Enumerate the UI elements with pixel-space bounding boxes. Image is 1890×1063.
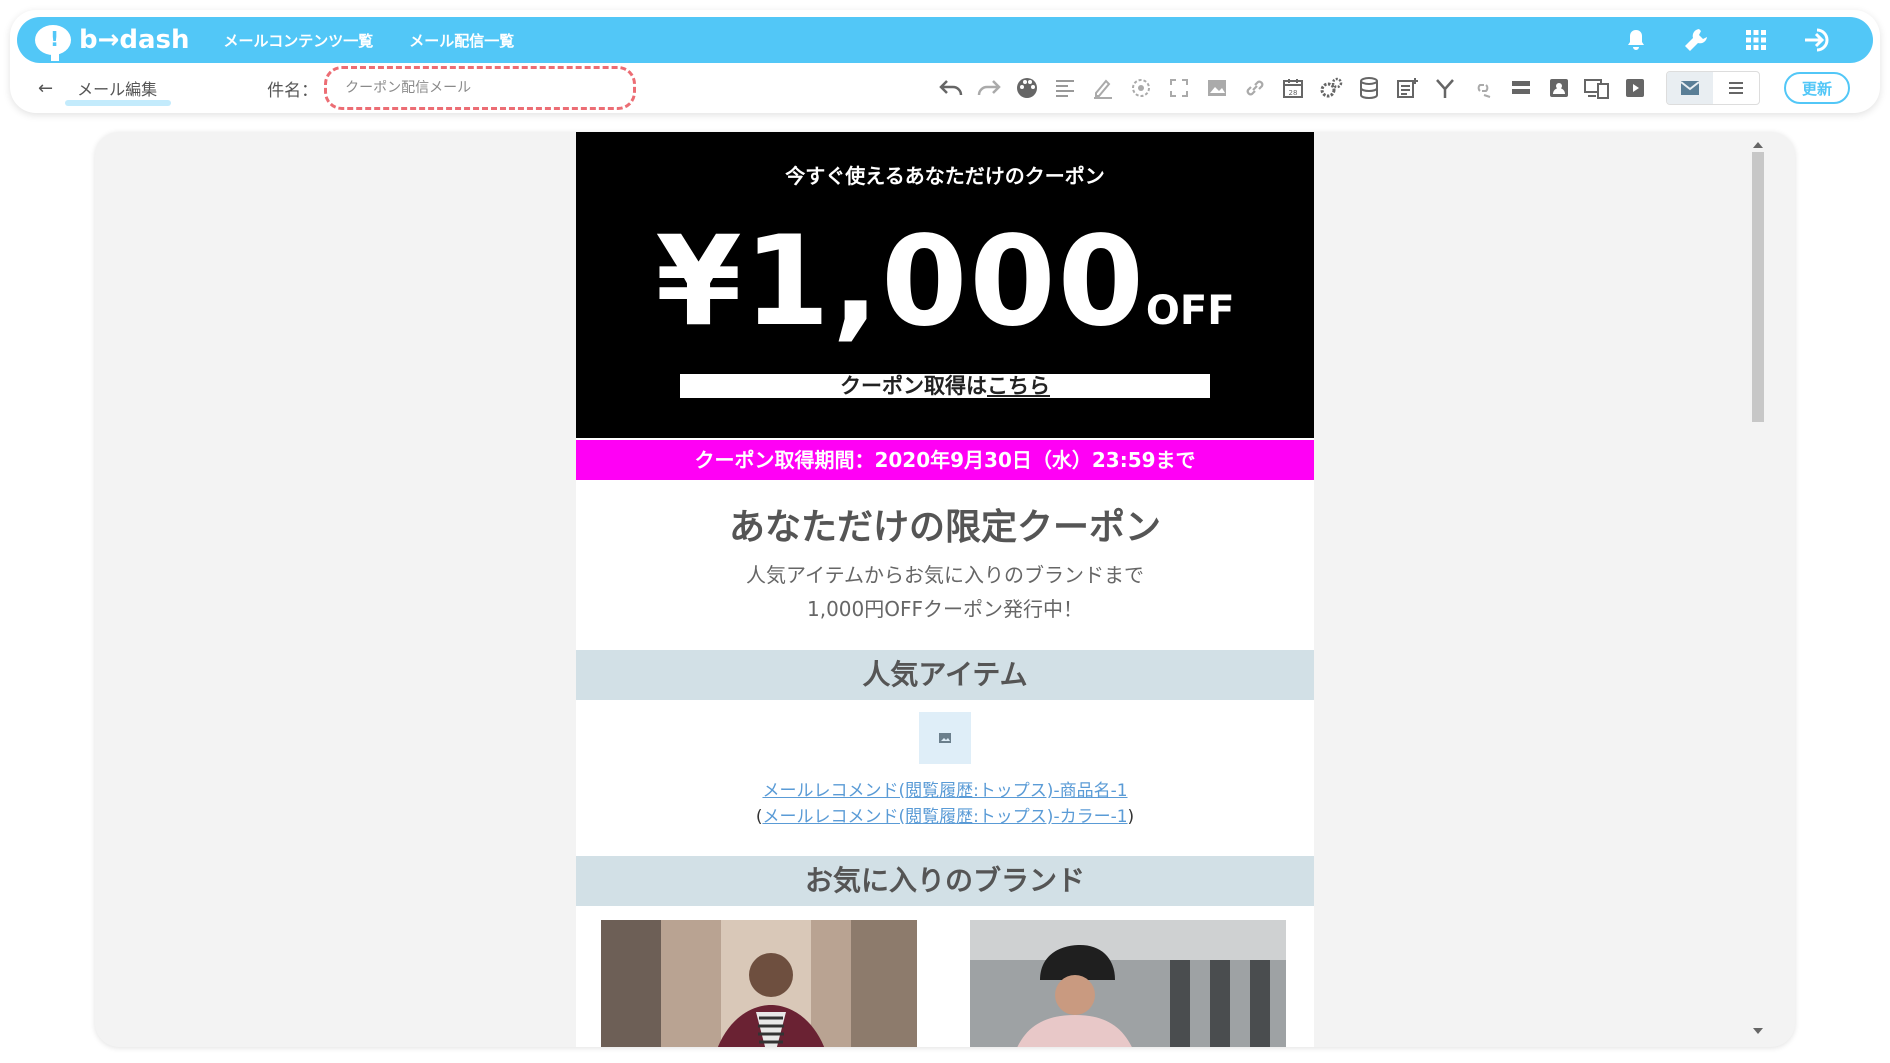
- desc-line-2: 1,000円OFFクーポン発行中！: [806, 597, 1083, 621]
- scroll-down-icon[interactable]: [1753, 1028, 1763, 1034]
- coupon-period-banner: クーポン取得期間：2020年9月30日（水）23:59まで: [576, 440, 1314, 480]
- top-icons: [1625, 27, 1833, 53]
- update-button[interactable]: 更新: [1784, 72, 1850, 104]
- video-icon[interactable]: [1622, 75, 1648, 101]
- coupon-get-text: クーポン取得は: [840, 374, 987, 398]
- brand-photo-1[interactable]: [601, 920, 917, 1047]
- item-color-link[interactable]: メールレコメンド(閲覧履歴:トップス)-カラー-1: [762, 807, 1127, 827]
- wrench-icon[interactable]: [1683, 27, 1709, 53]
- scroll-thumb[interactable]: [1752, 152, 1764, 422]
- svg-text:28: 28: [1289, 89, 1298, 97]
- grid-apps-icon[interactable]: [1745, 29, 1767, 51]
- breadcrumb[interactable]: メール編集: [65, 76, 172, 106]
- brand-photos: [576, 906, 1314, 1047]
- hero-subtitle: 今すぐ使えるあなただけのクーポン: [785, 164, 1105, 188]
- editor-toolbar: ← メール編集 件名： 28: [30, 66, 1870, 110]
- contact-card-icon[interactable]: [1546, 75, 1572, 101]
- logo-text: b→dash: [79, 25, 190, 55]
- subject-input[interactable]: [345, 80, 626, 96]
- brand-photo-2[interactable]: [970, 920, 1286, 1047]
- divider-block-icon[interactable]: [1508, 75, 1534, 101]
- mail-view-button[interactable]: [1667, 72, 1713, 104]
- subject-label: 件名：: [267, 80, 319, 101]
- back-arrow-icon[interactable]: ←: [38, 78, 53, 99]
- align-text-icon[interactable]: [1052, 75, 1078, 101]
- scroll-up-icon[interactable]: [1753, 142, 1763, 148]
- hero-price-amount: ¥1,000: [655, 210, 1146, 354]
- coupon-description: 人気アイテムからお気に入りのブランドまで 1,000円OFFクーポン発行中！: [576, 558, 1314, 626]
- tool-icons: 28 更新: [938, 71, 1850, 105]
- fullscreen-icon[interactable]: [1166, 75, 1192, 101]
- unlink-icon[interactable]: [1470, 75, 1496, 101]
- view-toggle: [1666, 71, 1760, 105]
- hero-price: ¥1,000OFF: [576, 220, 1314, 373]
- redo-icon[interactable]: [976, 75, 1002, 101]
- pen-icon[interactable]: [1090, 75, 1116, 101]
- coupon-hero: 今すぐ使えるあなただけのクーポン ¥1,000OFF クーポン取得はこちら: [576, 132, 1314, 438]
- image-icon[interactable]: [1204, 75, 1230, 101]
- scrollbar[interactable]: [1751, 142, 1767, 1034]
- undo-icon[interactable]: [938, 75, 964, 101]
- logout-icon[interactable]: [1803, 27, 1833, 53]
- calendar-icon[interactable]: 28: [1280, 75, 1306, 101]
- link-icon[interactable]: [1242, 75, 1268, 101]
- popular-items-heading: 人気アイテム: [576, 650, 1314, 700]
- coupon-get-button[interactable]: クーポン取得はこちら: [680, 374, 1210, 398]
- logo[interactable]: ! b→dash: [35, 25, 190, 61]
- logo-bubble-icon: !: [35, 25, 71, 61]
- subject-highlight: [324, 66, 637, 110]
- database-icon[interactable]: [1356, 75, 1382, 101]
- item-links: メールレコメンド(閲覧履歴:トップス)-商品名-1 (メールレコメンド(閲覧履歴…: [755, 781, 1135, 827]
- desc-line-1: 人気アイテムからお気に入りのブランドまで: [746, 563, 1144, 587]
- bell-icon[interactable]: [1625, 28, 1647, 52]
- responsive-icon[interactable]: [1584, 75, 1610, 101]
- coupon-get-link[interactable]: こちら: [987, 374, 1050, 398]
- gears-icon[interactable]: [1318, 75, 1344, 101]
- image-placeholder-icon: [939, 733, 951, 743]
- item-image-placeholder[interactable]: [919, 712, 971, 764]
- text-view-button[interactable]: [1713, 72, 1759, 104]
- favorite-brands-heading: お気に入りのブランド: [576, 856, 1314, 906]
- email-preview[interactable]: 今すぐ使えるあなただけのクーポン ¥1,000OFF クーポン取得はこちら クー…: [576, 132, 1314, 1047]
- hero-price-off: OFF: [1145, 288, 1235, 334]
- item-name-link[interactable]: メールレコメンド(閲覧履歴:トップス)-商品名-1: [762, 781, 1127, 801]
- limited-coupon-title: あなただけの限定クーポン: [728, 507, 1161, 548]
- add-note-icon[interactable]: [1394, 75, 1420, 101]
- palette-icon[interactable]: [1014, 75, 1040, 101]
- nav-mail-deliveries[interactable]: メール配信一覧: [409, 30, 514, 51]
- target-icon[interactable]: [1128, 75, 1154, 101]
- merge-icon[interactable]: [1432, 75, 1458, 101]
- top-bar: ! b→dash メールコンテンツ一覧 メール配信一覧: [17, 17, 1873, 63]
- nav-mail-contents[interactable]: メールコンテンツ一覧: [224, 30, 374, 51]
